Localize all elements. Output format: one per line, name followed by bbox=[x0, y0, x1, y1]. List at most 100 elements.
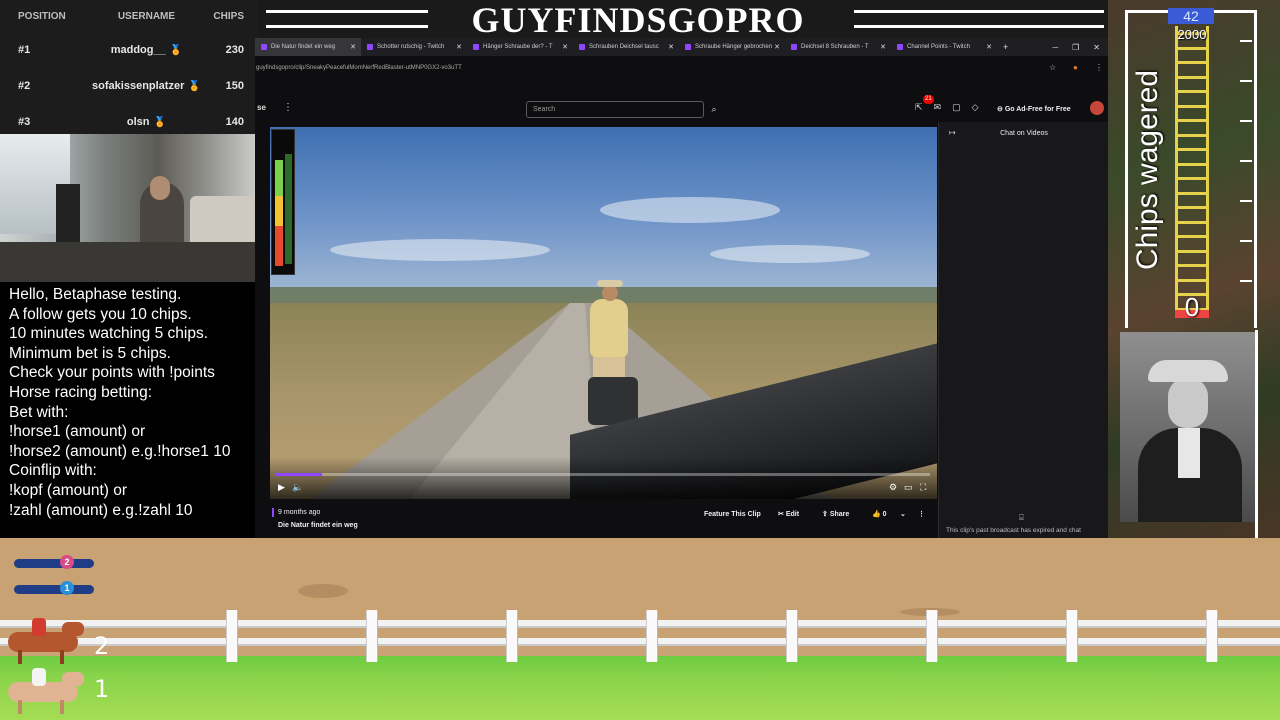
chips-count: 140 bbox=[225, 116, 244, 128]
ladder-rung bbox=[1178, 119, 1206, 122]
tab[interactable]: Deichsel 8 Schrauben - T ✕ bbox=[785, 38, 891, 56]
bookmark-star-icon[interactable]: ☆ bbox=[1049, 60, 1056, 76]
info-line: Horse racing betting: bbox=[9, 383, 153, 401]
theatre-mode-icon[interactable]: ▭ bbox=[904, 482, 913, 493]
tab-label: Schotter rutschig - Twitch bbox=[377, 44, 445, 50]
close-tab-icon[interactable]: ✕ bbox=[350, 43, 356, 51]
tab[interactable]: Schraube Hänger gebrochen ✕ bbox=[679, 38, 785, 56]
chips-leaderboard: POSITION USERNAME CHIPS #1 maddog__ 🏅 230… bbox=[0, 0, 258, 134]
ladder-rung bbox=[1178, 90, 1206, 93]
gangster-portrait bbox=[1120, 332, 1258, 522]
fullscreen-icon[interactable]: ⛶ bbox=[920, 482, 926, 493]
twitch-icon bbox=[791, 44, 797, 50]
twitch-icon bbox=[473, 44, 479, 50]
close-tab-icon[interactable]: ✕ bbox=[986, 43, 992, 51]
player-controls bbox=[270, 457, 937, 499]
more-icon[interactable]: ⋮ bbox=[283, 102, 293, 113]
search-input[interactable]: Search bbox=[526, 101, 704, 118]
fence-post bbox=[226, 610, 238, 662]
ladder-rung bbox=[1178, 104, 1206, 108]
leaderboard-row: #1 maddog__ 🏅 230 bbox=[0, 32, 258, 68]
go-ad-free-button[interactable]: ⊖ Go Ad-Free for Free bbox=[997, 101, 1071, 118]
close-tab-icon[interactable]: ✕ bbox=[562, 43, 568, 51]
leaderboard-header: POSITION USERNAME CHIPS bbox=[0, 0, 258, 32]
medal-icon: 🏅 bbox=[169, 45, 183, 56]
close-window-icon[interactable]: ✕ bbox=[1093, 43, 1100, 52]
whispers-icon[interactable]: ✉ bbox=[934, 102, 942, 113]
new-tab-icon[interactable]: + bbox=[1003, 42, 1008, 52]
maximize-icon[interactable]: ❐ bbox=[1072, 43, 1079, 52]
ladder-rung bbox=[1178, 220, 1206, 224]
edit-button[interactable]: ✂ Edit bbox=[778, 507, 799, 523]
header-position: POSITION bbox=[18, 10, 66, 22]
twitch-top-nav: se ⋮ Search ⌕ ⇱ ✉ ▢ ◇ 21 ⊖ Go Ad-Free fo… bbox=[255, 95, 1110, 122]
leaderboard-row: #2 sofakissenplatzer 🏅 150 bbox=[0, 68, 258, 104]
extension-icon[interactable]: ● bbox=[1073, 60, 1078, 76]
notifications-icon[interactable]: ⇱ bbox=[915, 102, 923, 113]
settings-icon[interactable]: ⚙ bbox=[889, 482, 897, 493]
avatar[interactable] bbox=[1090, 101, 1104, 115]
twitch-icon bbox=[897, 44, 903, 50]
track-grass bbox=[0, 656, 1280, 720]
url-text: guyfindsgopro/clip/SneakyPeacefulMomNerf… bbox=[256, 65, 462, 71]
address-bar[interactable]: guyfindsgopro/clip/SneakyPeacefulMomNerf… bbox=[255, 60, 1110, 76]
twitch-icon bbox=[367, 44, 373, 50]
greyhound-runner: 2 bbox=[4, 554, 104, 572]
header-username: USERNAME bbox=[117, 10, 176, 22]
minimize-icon[interactable]: ─ bbox=[1052, 43, 1058, 52]
video-cloud bbox=[710, 245, 870, 263]
seek-bar[interactable] bbox=[276, 473, 930, 476]
stream-meter-overlay bbox=[271, 129, 295, 275]
rider-head bbox=[602, 285, 618, 301]
ladder-rung bbox=[1178, 61, 1206, 64]
search-icon[interactable]: ⌕ bbox=[707, 101, 721, 118]
close-tab-icon[interactable]: ✕ bbox=[668, 43, 674, 51]
medal-icon: 🏅 bbox=[188, 81, 201, 92]
inbox-icon[interactable]: ▢ bbox=[952, 102, 961, 113]
medal-icon: 🏅 bbox=[153, 117, 166, 128]
rank: #2 bbox=[18, 80, 31, 92]
race-horse bbox=[0, 618, 90, 664]
tab[interactable]: Hänger Schraube der? - T ✕ bbox=[467, 38, 573, 56]
video-player[interactable]: ▶ 🔈 ⚙ ▭ ⛶ bbox=[270, 127, 937, 499]
notification-badge: 21 bbox=[923, 95, 934, 104]
play-icon[interactable]: ▶ bbox=[278, 482, 285, 493]
ladder-rung bbox=[1178, 235, 1206, 238]
rank: #1 bbox=[18, 44, 31, 56]
like-dropdown-icon[interactable]: ⌄ bbox=[900, 507, 906, 523]
video-cloud bbox=[600, 197, 780, 223]
nav-fragment: se bbox=[257, 103, 266, 112]
tab[interactable]: Die Natur findet ein weg ✕ bbox=[255, 38, 361, 56]
fence-post bbox=[1206, 610, 1218, 662]
prime-icon[interactable]: ◇ bbox=[972, 102, 979, 113]
like-button[interactable]: 👍 0 bbox=[872, 507, 887, 523]
tab-label: Deichsel 8 Schrauben - T bbox=[801, 44, 869, 50]
wager-side-lines bbox=[1240, 20, 1270, 330]
greyhound-body bbox=[14, 585, 94, 594]
twitch-icon bbox=[261, 44, 267, 50]
share-button[interactable]: ⇪ Share bbox=[822, 507, 849, 523]
tab[interactable]: Schrauben Deichsel tausc ✕ bbox=[573, 38, 679, 56]
feature-clip-button[interactable]: Feature This Clip bbox=[704, 507, 761, 523]
more-options-icon[interactable]: ⋮ bbox=[918, 507, 925, 523]
close-tab-icon[interactable]: ✕ bbox=[880, 43, 886, 51]
browser-menu-icon[interactable]: ⋮ bbox=[1095, 60, 1103, 76]
clip-age: 9 months ago bbox=[271, 508, 321, 517]
username: olsn 🏅 bbox=[88, 116, 206, 128]
tab-label: Hänger Schraube der? - T bbox=[483, 44, 553, 50]
tab-label: Channel Points - Twitch bbox=[907, 44, 970, 50]
rider-hat bbox=[597, 280, 623, 287]
tab[interactable]: Channel Points - Twitch ✕ bbox=[891, 38, 997, 56]
greyhound-runner: 1 bbox=[4, 580, 104, 598]
info-line: A follow gets you 10 chips. bbox=[9, 305, 192, 323]
close-tab-icon[interactable]: ✕ bbox=[774, 43, 780, 51]
volume-icon[interactable]: 🔈 bbox=[292, 482, 303, 493]
close-tab-icon[interactable]: ✕ bbox=[456, 43, 462, 51]
fence-post bbox=[506, 610, 518, 662]
fence-post bbox=[646, 610, 658, 662]
horse-leg bbox=[60, 700, 64, 714]
chat-header: Chat on Videos bbox=[1000, 130, 1048, 137]
tab[interactable]: Schotter rutschig - Twitch ✕ bbox=[361, 38, 467, 56]
horse-jockey bbox=[32, 618, 46, 636]
portrait-hat bbox=[1148, 360, 1228, 382]
